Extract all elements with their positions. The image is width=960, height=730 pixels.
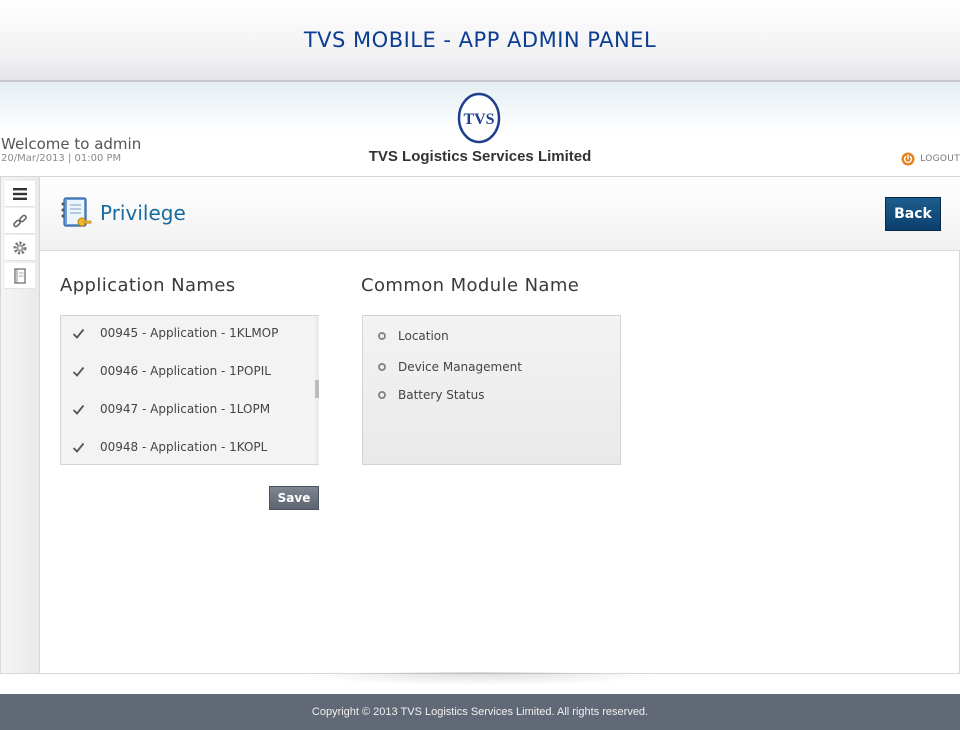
- notebook-icon: [14, 267, 26, 284]
- list-item: Battery Status: [378, 387, 484, 403]
- privilege-notebook-icon: [61, 197, 92, 227]
- list-item[interactable]: 00948 - Application - 1KOPL: [61, 428, 313, 466]
- checkmark-icon: [72, 366, 84, 377]
- app-title: TVS MOBILE - APP ADMIN PANEL: [303, 28, 657, 52]
- application-checkbox[interactable]: [71, 326, 85, 340]
- sidebar-item-links[interactable]: [5, 208, 35, 234]
- module-list: Location Device Management Battery Statu…: [362, 315, 621, 465]
- logout-button[interactable]: LOGOUT: [901, 152, 960, 166]
- checkmark-icon: [72, 328, 84, 339]
- bullet-icon: [378, 391, 386, 399]
- footer: Copyright © 2013 TVS Logistics Services …: [0, 694, 960, 730]
- gear-icon: [13, 241, 27, 254]
- page-title: Privilege: [100, 201, 186, 225]
- logout-label: LOGOUT: [920, 154, 960, 164]
- tvs-logo: TVS: [457, 92, 501, 144]
- application-label: 00946 - Application - 1POPIL: [100, 364, 271, 378]
- power-icon: [901, 152, 915, 166]
- left-sidebar: [1, 177, 40, 673]
- list-item: Location: [378, 328, 449, 344]
- bullet-icon: [378, 332, 386, 340]
- list-item[interactable]: 00947 - Application - 1LOPM: [61, 390, 313, 428]
- application-list-scrollbar[interactable]: [315, 316, 319, 464]
- save-button[interactable]: Save: [269, 486, 319, 510]
- list-item[interactable]: 00946 - Application - 1POPIL: [61, 352, 313, 390]
- application-checkbox[interactable]: [71, 402, 85, 416]
- welcome-text: Welcome to admin: [1, 135, 142, 153]
- panel-shadow: [290, 672, 670, 686]
- top-title-bar: TVS MOBILE - APP ADMIN PANEL: [0, 0, 960, 82]
- application-checkbox[interactable]: [71, 364, 85, 378]
- tvs-logo-text: TVS: [463, 111, 494, 128]
- application-label: 00947 - Application - 1LOPM: [100, 402, 271, 416]
- application-label: 00948 - Application - 1KOPL: [100, 440, 268, 454]
- link-icon: [13, 214, 27, 227]
- sidebar-item-menu[interactable]: [5, 181, 35, 207]
- module-label: Location: [398, 329, 449, 343]
- scrollbar-thumb[interactable]: [315, 380, 319, 398]
- copyright-text: Copyright © 2013 TVS Logistics Services …: [311, 706, 649, 718]
- application-names-heading: Application Names: [60, 275, 236, 296]
- list-item[interactable]: 00945 - Application - 1KLMOP: [61, 314, 313, 352]
- module-label: Battery Status: [398, 388, 485, 402]
- common-module-heading: Common Module Name: [361, 275, 580, 296]
- login-datetime: 20/Mar/2013 | 01:00 PM: [1, 153, 122, 164]
- sidebar-item-settings[interactable]: [5, 235, 35, 261]
- checkmark-icon: [72, 404, 84, 415]
- checkmark-icon: [72, 442, 84, 453]
- module-label: Device Management: [398, 360, 522, 374]
- page-header: Privilege Back: [40, 177, 960, 251]
- list-item: Device Management: [378, 359, 522, 375]
- back-button[interactable]: Back: [885, 197, 941, 231]
- application-list[interactable]: 00945 - Application - 1KLMOP 00946 - App…: [60, 315, 319, 465]
- bullet-icon: [378, 363, 386, 371]
- company-name: TVS Logistics Services Limited: [368, 148, 592, 165]
- application-checkbox[interactable]: [71, 440, 85, 454]
- menu-icon: [13, 187, 27, 200]
- application-label: 00945 - Application - 1KLMOP: [100, 326, 279, 340]
- sidebar-item-notes[interactable]: [5, 263, 35, 289]
